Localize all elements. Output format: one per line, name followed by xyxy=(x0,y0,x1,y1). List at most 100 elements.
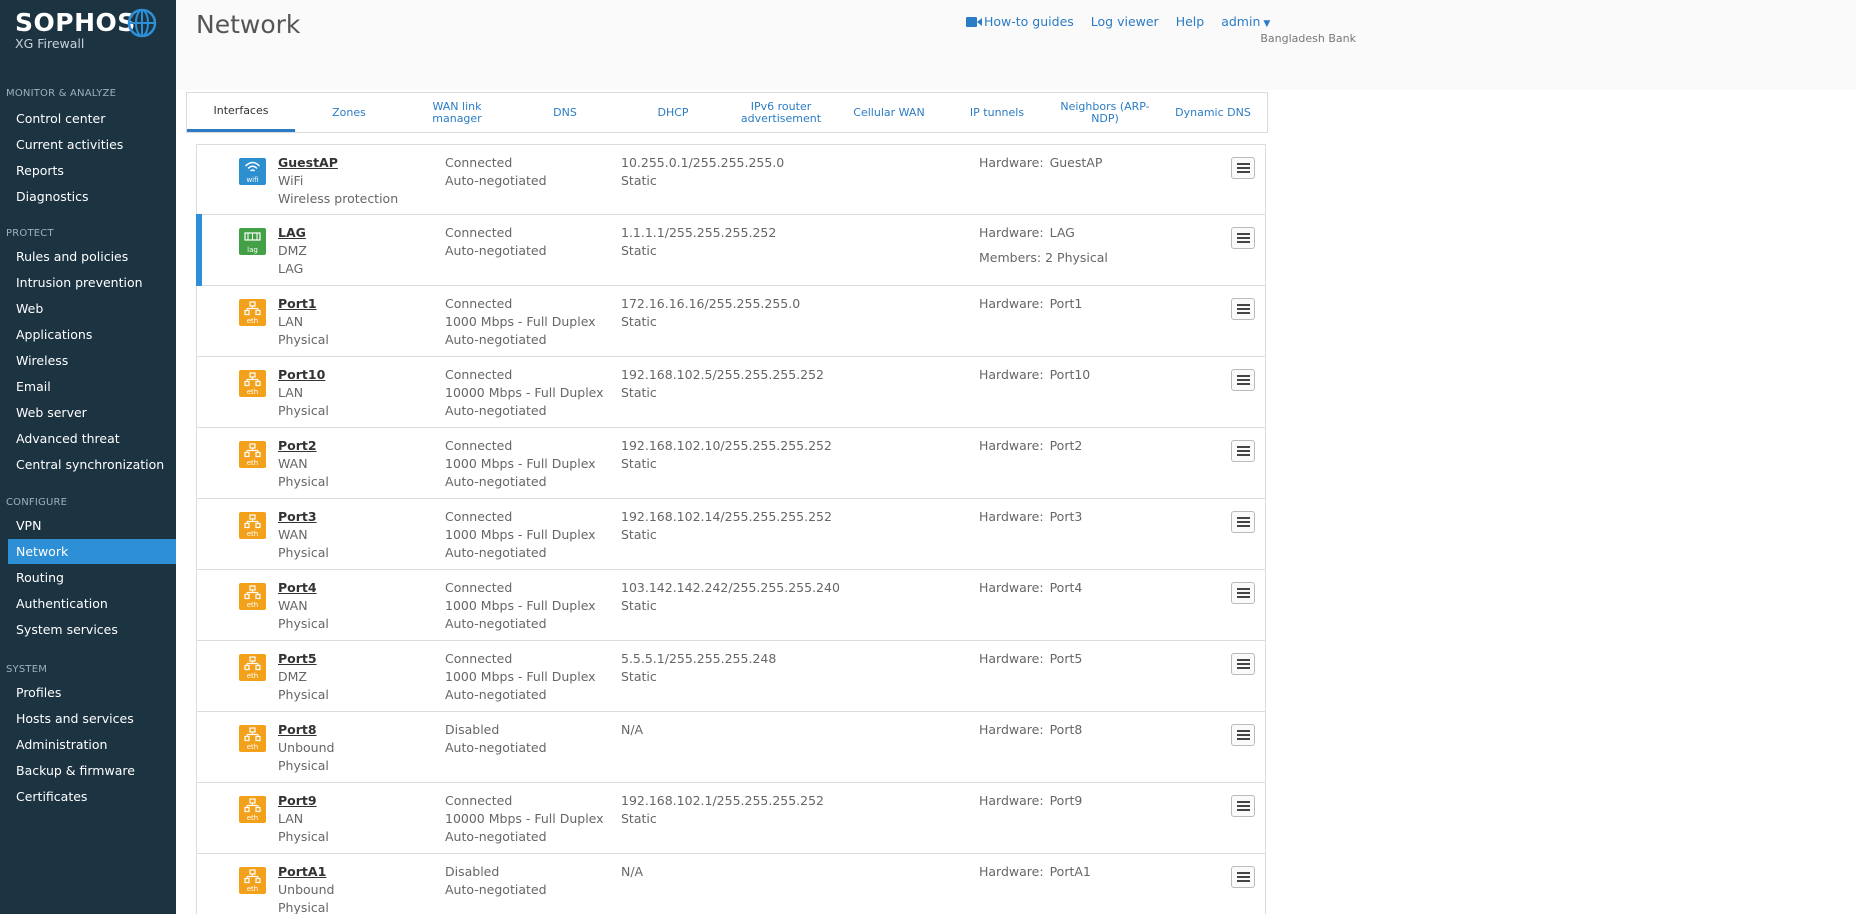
brand-logo[interactable]: SOPHOS XG Firewall xyxy=(15,8,136,51)
interface-name-link[interactable]: Port9 xyxy=(278,792,329,810)
row-menu-button[interactable] xyxy=(1231,582,1255,604)
table-row[interactable]: eth PortA1 Unbound Physical Disabled Auto-neg… xyxy=(196,854,1266,914)
help-link[interactable]: Help xyxy=(1176,14,1205,29)
interface-name-link[interactable]: Port10 xyxy=(278,366,329,384)
interface-name-link[interactable]: GuestAP xyxy=(278,154,398,172)
ip-address: 192.168.102.1/255.255.255.252 xyxy=(621,793,825,808)
sidebar-item-rules-and-policies[interactable]: Rules and policies xyxy=(8,244,176,269)
sidebar-section-title: SYSTEM xyxy=(6,664,48,675)
how-to-guides-link[interactable]: How-to guides xyxy=(984,14,1074,29)
table-row[interactable]: wifi GuestAP WiFi Wireless protection Connec… xyxy=(196,144,1266,215)
link-speed: 1000 Mbps - Full Duplex xyxy=(445,598,596,613)
interface-name-link[interactable]: Port3 xyxy=(278,508,329,526)
interface-name-link[interactable]: Port2 xyxy=(278,437,329,455)
sidebar-item-web-server[interactable]: Web server xyxy=(8,400,176,425)
row-menu-button[interactable] xyxy=(1231,298,1255,320)
table-row[interactable]: eth Port9 LAN Physical Connected 10000 Mbps -… xyxy=(196,783,1266,854)
sidebar-item-intrusion-prevention[interactable]: Intrusion prevention xyxy=(8,270,176,295)
tab-cellular-wan[interactable]: Cellular WAN xyxy=(835,93,943,132)
tab-neighbors-arp-ndp[interactable]: Neighbors (ARP-NDP) xyxy=(1051,93,1159,132)
sidebar-item-backup-firmware[interactable]: Backup & firmware xyxy=(8,758,176,783)
tab-dns[interactable]: DNS xyxy=(511,93,619,132)
sidebar-item-profiles[interactable]: Profiles xyxy=(8,680,176,705)
interface-hardware-cell: Hardware: Port5 xyxy=(979,650,1082,668)
ethernet-icon: eth xyxy=(239,299,266,326)
tab-wan-link-manager[interactable]: WAN link manager xyxy=(403,93,511,132)
negotiation-mode: Auto-negotiated xyxy=(445,173,547,188)
interface-name-link[interactable]: LAG xyxy=(278,224,307,242)
tab-ip-tunnels[interactable]: IP tunnels xyxy=(943,93,1051,132)
sidebar-item-central-synchronization[interactable]: Central synchronization xyxy=(8,452,176,477)
table-row[interactable]: eth Port5 DMZ Physical Connected 1000 Mbps - … xyxy=(196,641,1266,712)
icon-type-label: eth xyxy=(246,672,259,680)
tab-ipv6-router-advertisement[interactable]: IPv6 router advertisement xyxy=(727,93,835,132)
link-speed: 1000 Mbps - Full Duplex xyxy=(445,314,596,329)
table-row[interactable]: lag LAG DMZ LAG Connected Auto-negotiated 1.1.… xyxy=(196,214,1266,286)
row-menu-button[interactable] xyxy=(1231,440,1255,462)
sidebar-item-system-services[interactable]: System services xyxy=(8,617,176,642)
table-row[interactable]: eth Port3 WAN Physical Connected 1000 Mbps - … xyxy=(196,499,1266,570)
tab-dynamic-dns[interactable]: Dynamic DNS xyxy=(1159,93,1267,132)
interface-name-link[interactable]: Port5 xyxy=(278,650,329,668)
sidebar-item-control-center[interactable]: Control center xyxy=(8,106,176,131)
sidebar-item-applications[interactable]: Applications xyxy=(8,322,176,347)
hardware-value: Port1 xyxy=(1049,296,1083,311)
sidebar-item-reports[interactable]: Reports xyxy=(8,158,176,183)
hardware-line: Hardware: Port5 xyxy=(979,650,1082,668)
sidebar-item-current-activities[interactable]: Current activities xyxy=(8,132,176,157)
interface-hardware-cell: Hardware: Port2 xyxy=(979,437,1082,455)
tab-interfaces[interactable]: Interfaces xyxy=(187,93,295,132)
log-viewer-link[interactable]: Log viewer xyxy=(1091,14,1159,29)
hardware-label: Hardware: xyxy=(979,367,1044,382)
row-menu-button[interactable] xyxy=(1231,369,1255,391)
brand-name: SOPHOS xyxy=(15,8,136,37)
sidebar-item-wireless[interactable]: Wireless xyxy=(8,348,176,373)
ip-address: 192.168.102.5/255.255.255.252 xyxy=(621,367,825,382)
interface-name-link[interactable]: Port1 xyxy=(278,295,329,313)
hardware-label: Hardware: xyxy=(979,509,1044,524)
connection-status: Connected xyxy=(445,367,513,382)
sidebar-item-vpn[interactable]: VPN xyxy=(8,513,176,538)
user-menu[interactable]: admin ▼ xyxy=(1221,14,1287,29)
sidebar-item-hosts-and-services[interactable]: Hosts and services xyxy=(8,706,176,731)
sidebar-item-certificates[interactable]: Certificates xyxy=(8,784,176,809)
top-links: How-to guides Log viewer Help admin ▼ xyxy=(966,14,1304,29)
sidebar-item-advanced-threat[interactable]: Advanced threat xyxy=(8,426,176,451)
row-menu-button[interactable] xyxy=(1231,157,1255,179)
row-menu-button[interactable] xyxy=(1231,227,1255,249)
negotiation-mode: Auto-negotiated xyxy=(445,740,547,755)
interface-name-link[interactable]: PortA1 xyxy=(278,863,334,881)
sidebar-item-diagnostics[interactable]: Diagnostics xyxy=(8,184,176,209)
sidebar-item-authentication[interactable]: Authentication xyxy=(8,591,176,616)
icon-type-label: eth xyxy=(246,388,259,396)
sidebar-item-administration[interactable]: Administration xyxy=(8,732,176,757)
icon-type-label: lag xyxy=(247,246,258,254)
ip-address: 172.16.16.16/255.255.255.0 xyxy=(621,296,801,311)
negotiation-mode: Auto-negotiated xyxy=(445,332,547,347)
table-row[interactable]: eth Port1 LAN Physical Connected 1000 Mbps - … xyxy=(196,286,1266,357)
interface-status-cell: Connected 1000 Mbps - Full Duplex Auto-neg… xyxy=(445,295,596,349)
interface-name-link[interactable]: Port8 xyxy=(278,721,334,739)
row-menu-button[interactable] xyxy=(1231,724,1255,746)
table-row[interactable]: eth Port8 Unbound Physical Disabled Auto-nego… xyxy=(196,712,1266,783)
interface-hardware-cell: Hardware: Port3 xyxy=(979,508,1082,526)
tab-dhcp[interactable]: DHCP xyxy=(619,93,727,132)
sidebar-item-routing[interactable]: Routing xyxy=(8,565,176,590)
table-row[interactable]: eth Port4 WAN Physical Connected 1000 Mbps - … xyxy=(196,570,1266,641)
tab-zones[interactable]: Zones xyxy=(295,93,403,132)
video-camera-icon[interactable] xyxy=(966,16,982,28)
interface-ip-cell: 192.168.102.14/255.255.255.252 Static xyxy=(621,508,832,544)
sidebar-item-network[interactable]: Network xyxy=(8,539,176,564)
interface-zone: Unbound xyxy=(278,882,335,897)
row-menu-button[interactable] xyxy=(1231,511,1255,533)
row-menu-button[interactable] xyxy=(1231,653,1255,675)
sidebar-item-email[interactable]: Email xyxy=(8,374,176,399)
sidebar-item-web[interactable]: Web xyxy=(8,296,176,321)
row-menu-button[interactable] xyxy=(1231,795,1255,817)
interface-name-link[interactable]: Port4 xyxy=(278,579,329,597)
hardware-line: Hardware: Port9 xyxy=(979,792,1082,810)
interface-type: Physical xyxy=(278,403,329,418)
table-row[interactable]: eth Port2 WAN Physical Connected 1000 Mbps - … xyxy=(196,428,1266,499)
row-menu-button[interactable] xyxy=(1231,866,1255,888)
table-row[interactable]: eth Port10 LAN Physical Connected 10000 Mbps … xyxy=(196,357,1266,428)
